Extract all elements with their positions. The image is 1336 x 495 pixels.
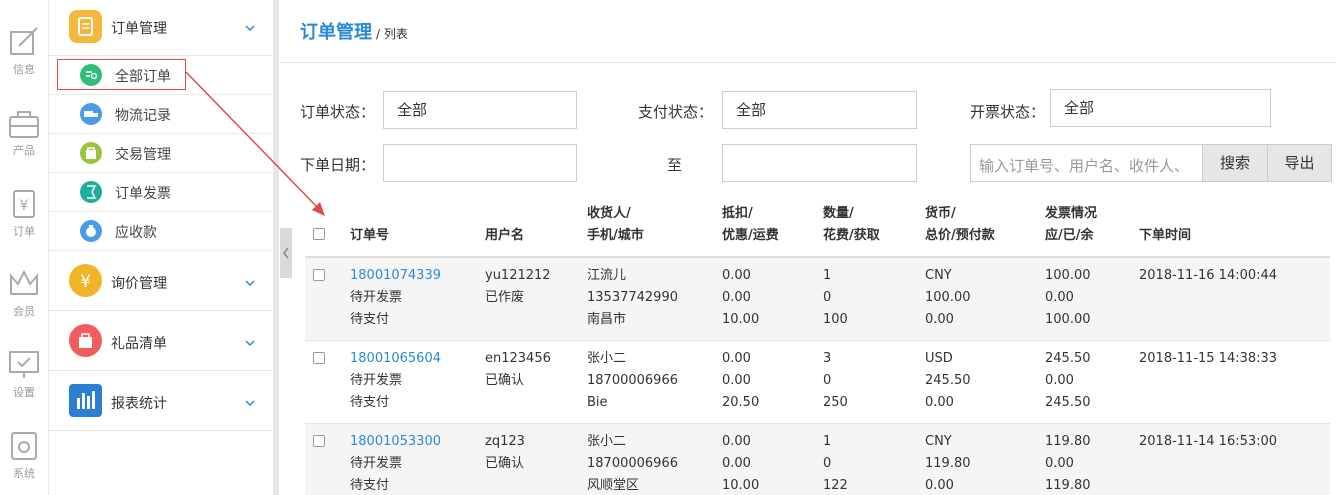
pay-status-select[interactable]: 全部 <box>722 91 917 129</box>
col-currency-1: 货币/ <box>925 206 956 221</box>
deduct-value: 10.00 <box>722 478 760 493</box>
row-checkbox[interactable] <box>313 435 325 447</box>
currency-value: CNY <box>925 434 952 449</box>
receiver-value: 风顺堂区 <box>587 478 640 493</box>
col-deduct-1: 抵扣/ <box>722 206 753 221</box>
date-start-input[interactable] <box>383 144 577 182</box>
receiver-value: 13537742990 <box>587 290 678 305</box>
deduct-value: 0.00 <box>722 434 751 449</box>
order-number-link[interactable]: 18001074339 <box>350 265 441 287</box>
currency-value: 0.00 <box>925 312 954 327</box>
header-divider <box>280 62 1336 63</box>
col-user: 用户名 <box>485 228 525 243</box>
qty-value: 100 <box>823 312 848 327</box>
deduct-value: 0.00 <box>722 373 751 388</box>
qty-value: 0 <box>823 456 832 471</box>
invoice-value: 0.00 <box>1045 456 1074 471</box>
invoice-state: 待开发票 <box>350 373 403 388</box>
deduct-value: 0.00 <box>722 456 751 471</box>
col-qty-2: 花费/获取 <box>823 228 880 243</box>
receiver-value: 18700006966 <box>587 456 678 471</box>
deduct-value: 0.00 <box>722 268 751 283</box>
order-time: 2018-11-15 14:38:33 <box>1139 351 1278 366</box>
row-checkbox[interactable] <box>313 269 325 281</box>
order-status-label: 订单状态： <box>300 103 376 121</box>
row-checkbox[interactable] <box>313 352 325 364</box>
currency-value: 245.50 <box>925 373 971 388</box>
deduct-value: 0.00 <box>722 290 751 305</box>
user-name: zq123 <box>485 434 525 449</box>
search-input[interactable]: 输入订单号、用户名、收件人、 <box>970 144 1203 182</box>
qty-value: 1 <box>823 434 832 449</box>
col-time: 下单时间 <box>1139 228 1192 243</box>
pay-state: 待支付 <box>350 478 390 493</box>
receiver-value: 南昌市 <box>587 312 627 327</box>
col-qty-1: 数量/ <box>823 206 854 221</box>
receiver-value: Bie <box>587 395 608 410</box>
select-all-checkbox[interactable] <box>313 228 325 240</box>
currency-value: 119.80 <box>925 456 971 471</box>
currency-value: 0.00 <box>925 395 954 410</box>
app-root: 信息 产品 ¥ 订单 会员 设置 系统 订单管理 全部订单 物流记录 交易管理 … <box>0 0 1336 495</box>
col-currency-2: 总价/预付款 <box>925 228 995 243</box>
pay-state: 待支付 <box>350 395 390 410</box>
invoice-state: 待开发票 <box>350 290 403 305</box>
pay-status-label: 支付状态： <box>638 103 714 121</box>
qty-value: 0 <box>823 373 832 388</box>
currency-value: 0.00 <box>925 478 954 493</box>
deduct-value: 10.00 <box>722 312 760 327</box>
invoice-status-select[interactable]: 全部 <box>1050 89 1271 127</box>
invoice-value: 100.00 <box>1045 268 1091 283</box>
currency-value: 100.00 <box>925 290 971 305</box>
breadcrumb: 订单管理 / 列表 <box>300 18 408 44</box>
qty-value: 122 <box>823 478 848 493</box>
invoice-value: 100.00 <box>1045 312 1091 327</box>
deduct-value: 20.50 <box>722 395 760 410</box>
receiver-value: 张小二 <box>587 351 627 366</box>
page-title: 订单管理 <box>300 22 372 43</box>
breadcrumb-sub: / 列表 <box>376 27 408 41</box>
qty-value: 1 <box>823 268 832 283</box>
receiver-value: 18700006966 <box>587 373 678 388</box>
invoice-value: 0.00 <box>1045 373 1074 388</box>
order-state: 已确认 <box>485 456 525 471</box>
date-to-label: 至 <box>667 156 683 174</box>
col-receiver-1: 收货人/ <box>587 206 631 221</box>
col-invoice-1: 发票情况 <box>1045 206 1098 221</box>
deduct-value: 0.00 <box>722 351 751 366</box>
invoice-value: 0.00 <box>1045 290 1074 305</box>
invoice-value: 119.80 <box>1045 434 1091 449</box>
col-deduct-2: 优惠/运费 <box>722 228 779 243</box>
order-number-link[interactable]: 18001065604 <box>350 348 441 370</box>
order-number-link[interactable]: 18001053300 <box>350 431 441 453</box>
user-name: yu121212 <box>485 268 551 283</box>
invoice-status-label: 开票状态： <box>970 103 1046 121</box>
user-name: en123456 <box>485 351 551 366</box>
order-state: 已确认 <box>485 373 525 388</box>
date-end-input[interactable] <box>722 144 917 182</box>
qty-value: 250 <box>823 395 848 410</box>
invoice-value: 245.50 <box>1045 395 1091 410</box>
invoice-value: 119.80 <box>1045 478 1091 493</box>
date-label: 下单日期： <box>300 156 376 174</box>
export-button[interactable]: 导出 <box>1267 144 1332 182</box>
currency-value: CNY <box>925 268 952 283</box>
col-order-no: 订单号 <box>350 228 390 243</box>
invoice-value: 245.50 <box>1045 351 1091 366</box>
order-status-select[interactable]: 全部 <box>383 91 577 129</box>
search-button[interactable]: 搜索 <box>1202 144 1268 182</box>
receiver-value: 江流儿 <box>587 268 627 283</box>
qty-value: 0 <box>823 290 832 305</box>
col-receiver-2: 手机/城市 <box>587 228 644 243</box>
currency-value: USD <box>925 351 953 366</box>
col-invoice-2: 应/已/余 <box>1045 228 1094 243</box>
order-time: 2018-11-14 16:53:00 <box>1139 434 1278 449</box>
pay-state: 待支付 <box>350 312 390 327</box>
order-time: 2018-11-16 14:00:44 <box>1139 268 1278 283</box>
order-state: 已作废 <box>485 290 525 305</box>
receiver-value: 张小二 <box>587 434 627 449</box>
qty-value: 3 <box>823 351 832 366</box>
invoice-state: 待开发票 <box>350 456 403 471</box>
